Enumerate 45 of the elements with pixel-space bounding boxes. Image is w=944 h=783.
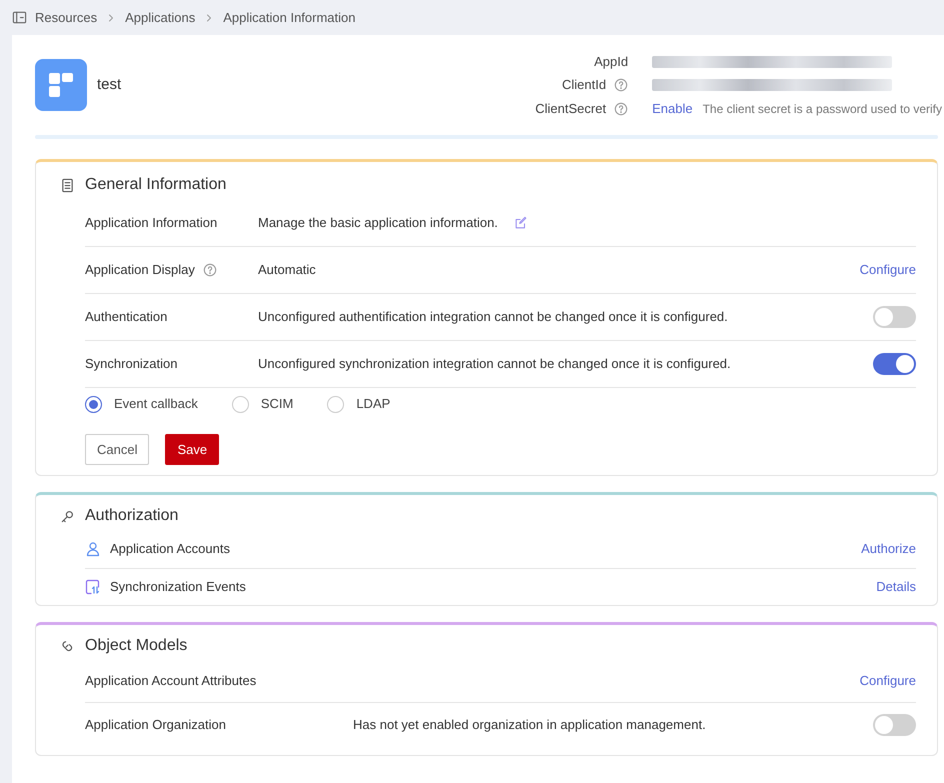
section-title: General Information xyxy=(85,175,226,195)
row-label: Authentication xyxy=(85,308,168,326)
row-label: Synchronization Events xyxy=(110,578,246,596)
field-label: AppId xyxy=(594,52,628,71)
action-link[interactable]: Configure xyxy=(860,670,916,690)
section-title: Object Models xyxy=(85,636,188,656)
action-link[interactable]: Details xyxy=(876,577,916,597)
radio-option[interactable]: Event callback xyxy=(85,394,198,414)
field-label: ClientSecret xyxy=(535,100,606,118)
row-label: Application Display xyxy=(85,261,195,280)
action-link[interactable]: Configure xyxy=(860,260,916,280)
toggle-switch[interactable] xyxy=(873,353,916,375)
edit-icon[interactable] xyxy=(514,216,528,230)
section-title: Authorization xyxy=(85,506,178,526)
row-description: Unconfigured synchronization integration cannot be changed once it is configured. xyxy=(258,355,731,374)
row-label: Application Organization xyxy=(85,716,226,734)
sync-icon xyxy=(85,579,101,595)
panel-icon xyxy=(12,10,27,25)
breadcrumb-item[interactable]: Resources xyxy=(35,8,98,28)
link-icon xyxy=(60,638,75,654)
save-button[interactable]: Save xyxy=(165,434,220,465)
row-label: Synchronization xyxy=(85,355,178,374)
breadcrumb-item[interactable]: Application Information xyxy=(223,8,356,28)
row-description: Automatic xyxy=(258,261,316,280)
row-description: Unconfigured authentification integration cannot be changed once it is configured. xyxy=(258,308,728,326)
key-icon xyxy=(60,508,75,524)
row-label: Application Account Attributes xyxy=(85,672,256,690)
row-label: Application Accounts xyxy=(110,540,230,558)
toggle-switch[interactable] xyxy=(873,306,916,328)
person-icon xyxy=(85,540,101,556)
row-label: Application Information xyxy=(85,214,218,232)
secret-note: The client secret is a password used to verify xyxy=(702,100,942,118)
field-label: ClientId xyxy=(562,76,606,94)
row-description: Manage the basic application information. xyxy=(258,214,498,232)
cancel-button[interactable]: Cancel xyxy=(85,434,150,465)
enable-link[interactable]: Enable xyxy=(652,98,693,118)
breadcrumb-item[interactable]: Applications xyxy=(125,8,196,28)
action-link[interactable]: Authorize xyxy=(861,538,916,558)
row-description: Has not yet enabled organization in application management. xyxy=(353,716,706,734)
app-logo xyxy=(35,59,87,111)
toggle-switch[interactable] xyxy=(873,714,916,736)
app-name: test xyxy=(97,74,122,95)
radio-option[interactable]: LDAP xyxy=(327,394,390,414)
radio-option[interactable]: SCIM xyxy=(232,394,294,414)
document-icon xyxy=(60,178,75,192)
